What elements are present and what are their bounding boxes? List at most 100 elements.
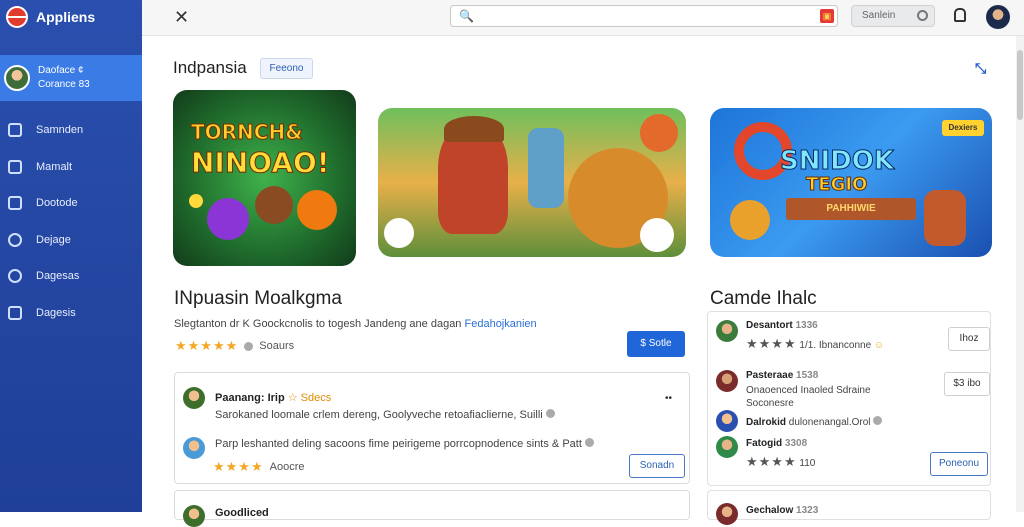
avatar xyxy=(183,505,205,527)
list-item-subtitle: Onaoenced Inaoled Sdraine xyxy=(746,385,871,396)
list-item-button[interactable]: $3 ibo xyxy=(944,372,990,396)
avatar xyxy=(183,387,205,409)
search-icon: 🔍 xyxy=(459,9,474,23)
review-text: Parp leshanted deling sacoons fime peiri… xyxy=(215,438,594,450)
hat-icon xyxy=(444,116,504,142)
search-input[interactable] xyxy=(477,8,807,24)
signin-button[interactable]: Sanlein xyxy=(851,5,935,27)
see-more-button[interactable]: Sonadn xyxy=(629,454,685,478)
profile-card[interactable]: Daoface ¢ Corance 83 xyxy=(0,55,142,101)
game-ribbon: PAHHIWIE xyxy=(786,198,916,220)
voice-search-icon[interactable]: ▣ xyxy=(820,9,834,23)
signin-label: Sanlein xyxy=(862,10,896,21)
close-icon[interactable]: ✕ xyxy=(174,7,189,28)
sidebar-item-label: Dejage xyxy=(36,233,71,246)
rating-label: Soaurs xyxy=(259,340,295,352)
ball-icon xyxy=(297,190,337,230)
game-title-top: SNIDOK xyxy=(780,146,895,177)
scrollbar-thumb[interactable] xyxy=(1017,50,1023,120)
game-list-panel: Desantort 1336 ★★★★ 1/1. Ibnanconne ☺ Ih… xyxy=(707,311,991,486)
profile-subtitle: Corance 83 xyxy=(38,79,90,90)
featured-link[interactable]: Fedahojkanien xyxy=(465,318,537,330)
list-item-meta: 3308 xyxy=(784,438,808,449)
review-author-name: Goodliced xyxy=(215,507,269,519)
star-icon xyxy=(189,194,203,208)
expand-icon[interactable]: ⤡ xyxy=(975,60,986,77)
star-rating-icon: ★★★★ xyxy=(213,459,264,474)
game-card[interactable] xyxy=(378,108,686,257)
compass-icon xyxy=(8,232,22,247)
more-options-icon[interactable]: •• xyxy=(665,393,672,404)
install-button[interactable]: $ Sotle xyxy=(627,331,685,357)
list-item-title: Fatogid 3308 xyxy=(746,438,807,449)
robot-icon xyxy=(528,128,564,208)
box-icon xyxy=(8,123,22,138)
avatar xyxy=(716,436,738,458)
game-card[interactable]: Dexiers SNIDOK TEGIO PAHHIWIE xyxy=(710,108,992,257)
notification-icon[interactable] xyxy=(954,8,966,22)
info-icon xyxy=(873,416,883,425)
gear-icon xyxy=(8,269,22,284)
sidebar-item-dagesas[interactable]: Dagesas xyxy=(0,258,142,295)
info-icon xyxy=(545,409,555,418)
sidebar-item-dagesis[interactable]: Dagesis xyxy=(0,295,142,332)
list-item-meta: 1336 xyxy=(795,320,818,331)
review-text-content: Parp leshanted deling sacoons fime peiri… xyxy=(215,438,582,450)
avatar[interactable] xyxy=(986,5,1010,29)
sidebar-nav: Samnden Mamalt Dootode Dejage Dagesas Da… xyxy=(0,112,142,331)
game-list-panel: Gechalow 1323 xyxy=(707,490,991,525)
dice-icon xyxy=(207,198,249,240)
sidebar-item-samnden[interactable]: Samnden xyxy=(0,112,142,149)
creature-icon xyxy=(255,186,293,224)
section-title: Indpansia xyxy=(173,58,247,77)
scrollbar[interactable] xyxy=(1016,36,1024,512)
sidebar: Appliens Daoface ¢ Corance 83 Samnden Ma… xyxy=(0,0,142,512)
reviews-panel: Goodliced xyxy=(174,490,690,527)
avatar xyxy=(716,503,738,525)
list-item-button[interactable]: Ihoz xyxy=(948,327,990,351)
list-item-name: Dalrokid xyxy=(746,417,787,428)
app-name: Appliens xyxy=(36,9,96,25)
ball-icon xyxy=(384,218,414,248)
barrel-icon xyxy=(924,190,966,246)
list-item-rating: ★★★★ 110 xyxy=(746,454,815,470)
avatar xyxy=(716,320,738,342)
rating-label: Aoocre xyxy=(269,461,305,473)
list-item-name: Gechalow xyxy=(746,505,794,516)
new-badge: Dexiers xyxy=(942,120,984,136)
section-tag[interactable]: Feeono xyxy=(260,58,313,79)
sidebar-item-dootode[interactable]: Dootode xyxy=(0,185,142,222)
list-item-name: Pasteraae xyxy=(746,370,794,381)
list-item-note: dulonenangal.Orol xyxy=(788,417,871,428)
info-icon xyxy=(244,341,254,351)
sidebar-item-label: Dagesis xyxy=(36,306,76,319)
list-item-title: Desantort 1336 xyxy=(746,320,818,331)
review-text-content: Sarokaned loomale crlem dereng, Goolyvec… xyxy=(215,409,543,421)
creature-icon xyxy=(730,200,770,240)
list-item-meta: 1323 xyxy=(796,505,819,516)
list-icon xyxy=(8,196,22,211)
chat-icon xyxy=(8,305,22,320)
app-brand[interactable]: Appliens xyxy=(6,6,95,28)
list-item-note: 1/1. Ibnanconne xyxy=(799,340,872,351)
list-item-title: Pasteraae 1538 xyxy=(746,370,818,381)
reviews-panel: Paanang: Irip ☆ Sdecs •• Sarokaned looma… xyxy=(174,372,690,484)
sidebar-item-mamalt[interactable]: Mamalt xyxy=(0,149,142,186)
review-author-name: Paanang: Irip xyxy=(215,392,285,404)
profile-name: Daoface ¢ xyxy=(38,65,84,76)
review-text: Sarokaned loomale crlem dereng, Goolyvec… xyxy=(215,409,555,421)
list-item-button[interactable]: Poneonu xyxy=(930,452,988,476)
featured-title: INpuasin Moalkgma xyxy=(174,288,342,309)
list-item-note: 110 xyxy=(799,458,816,469)
search-bar[interactable]: 🔍 ▣ xyxy=(450,5,838,27)
game-card[interactable]: TORNCH& NINOAO! xyxy=(173,90,356,266)
game-title-bottom: NINOAO! xyxy=(191,146,331,180)
star-rating-icon: ★★★★★ xyxy=(175,338,239,353)
list-item-subtitle: Soconesre xyxy=(746,398,794,409)
info-icon xyxy=(584,438,594,447)
emoji-icon: ☺ xyxy=(873,340,885,351)
sidebar-item-label: Dagesas xyxy=(36,270,80,283)
sidebar-item-dejage[interactable]: Dejage xyxy=(0,222,142,259)
right-section-title: Camde Ihalc xyxy=(710,288,817,309)
review-rating: ★★★★ Aoocre xyxy=(213,459,304,475)
